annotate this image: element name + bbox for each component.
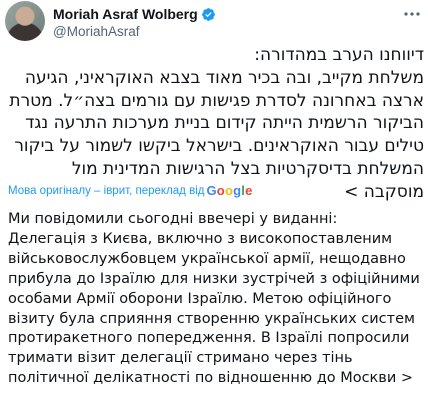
tweet-original-text: דיווחנו הערב במהדורה: משלחת מקייב, ובה ב… xyxy=(9,45,424,202)
translation-note-link[interactable]: Мова оригіналу – іврит, переклад від xyxy=(8,184,204,198)
tweet-translated-text: Ми повідомили сьогодні ввечері у виданні… xyxy=(8,211,420,387)
translation-attribution: Мова оригіналу – іврит, переклад від Goo… xyxy=(8,184,253,198)
more-options-icon[interactable] xyxy=(402,6,422,22)
avatar[interactable] xyxy=(5,1,45,41)
author-name-row: Moriah Asraf Wolberg xyxy=(53,6,216,22)
verified-badge-icon xyxy=(201,7,215,21)
author-handle[interactable]: @MoriahAsraf xyxy=(53,24,139,40)
google-logo: Google xyxy=(206,183,253,198)
author-name[interactable]: Moriah Asraf Wolberg xyxy=(53,6,198,22)
